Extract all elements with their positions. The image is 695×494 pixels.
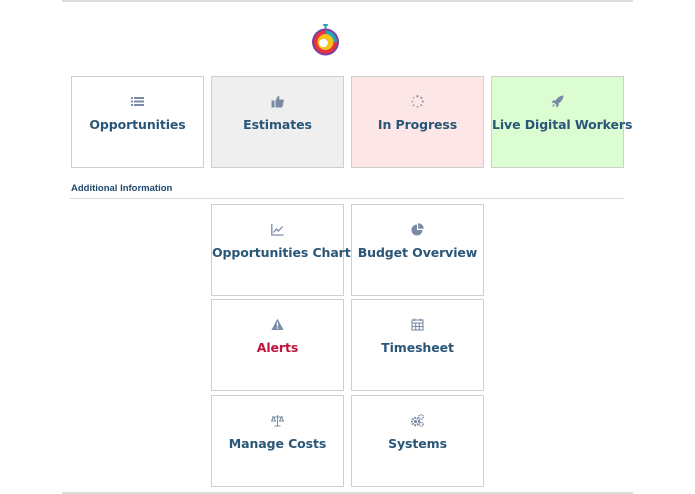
tile-timesheet[interactable]: Timesheet — [351, 299, 484, 391]
tile-label: Live Digital Workers — [492, 117, 633, 132]
tile-label: In Progress — [377, 117, 458, 132]
stopwatch-logo-icon[interactable] — [310, 24, 341, 56]
pie-chart-icon — [352, 222, 483, 236]
tile-alerts[interactable]: Alerts — [211, 299, 344, 391]
tile-label: Opportunities Chart — [212, 245, 351, 260]
tile-label: Alerts — [256, 340, 299, 355]
top-divider — [62, 0, 633, 2]
spinner-icon — [352, 94, 483, 108]
list-icon — [72, 94, 203, 108]
warning-icon — [212, 317, 343, 331]
tile-in-progress[interactable]: In Progress — [351, 76, 484, 168]
tile-opportunities[interactable]: Opportunities — [71, 76, 204, 168]
balance-scale-icon — [212, 413, 343, 427]
tile-label: Systems — [388, 436, 447, 451]
tile-label: Manage Costs — [228, 436, 327, 451]
tile-label: Budget Overview — [357, 245, 478, 260]
tile-estimates[interactable]: Estimates — [211, 76, 344, 168]
tile-opportunities-chart[interactable]: Opportunities Chart — [211, 204, 351, 296]
tile-systems[interactable]: Systems — [351, 395, 484, 487]
line-chart-icon — [212, 222, 343, 236]
tile-budget-overview[interactable]: Budget Overview — [351, 204, 484, 296]
calendar-icon — [352, 317, 483, 331]
rocket-icon — [492, 94, 623, 108]
thumbs-up-icon — [212, 94, 343, 108]
tile-label: Timesheet — [381, 340, 454, 355]
tile-live-digital-workers[interactable]: Live Digital Workers — [491, 76, 633, 168]
tile-manage-costs[interactable]: Manage Costs — [211, 395, 344, 487]
tile-label: Estimates — [243, 117, 312, 132]
section-divider — [70, 198, 624, 199]
cogs-icon — [352, 413, 483, 427]
tile-label: Opportunities — [89, 117, 186, 132]
section-title: Additional Information — [71, 183, 173, 194]
